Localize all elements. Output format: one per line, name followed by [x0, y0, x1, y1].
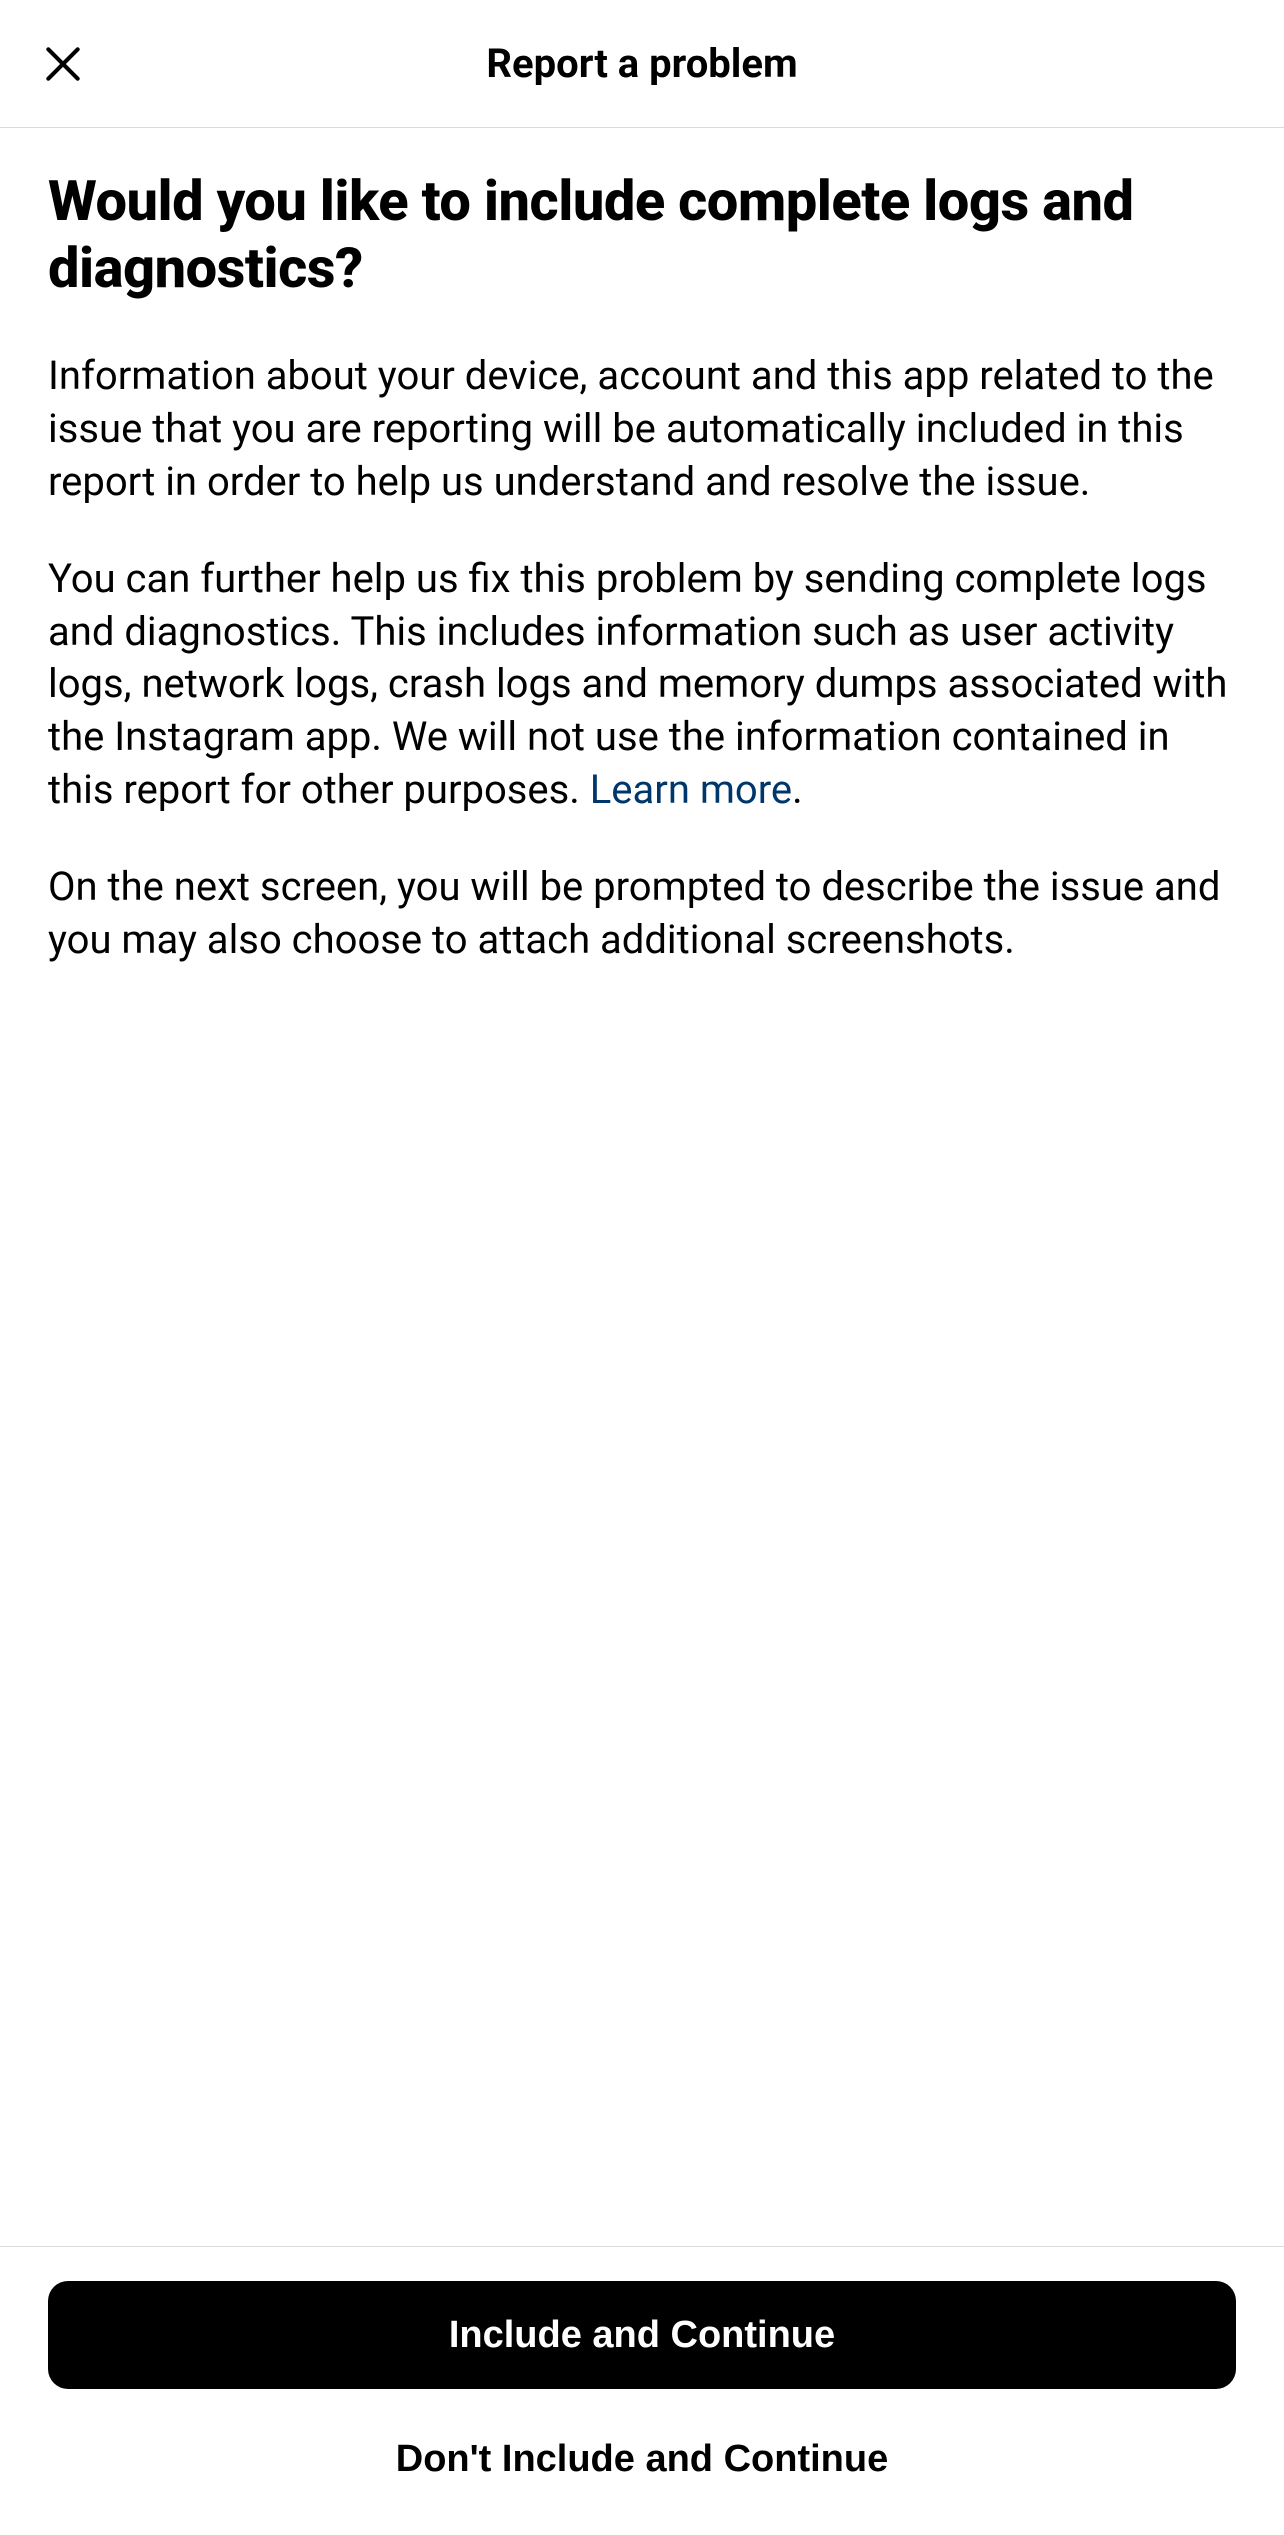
footer: Include and Continue Don't Include and C… [0, 2246, 1284, 2535]
heading: Would you like to include complete logs … [48, 168, 1236, 302]
paragraph-2-text-after: . [792, 766, 803, 813]
page-title: Report a problem [486, 40, 797, 87]
learn-more-link[interactable]: Learn more [590, 766, 792, 813]
close-icon [41, 42, 85, 86]
header: Report a problem [0, 0, 1284, 128]
include-and-continue-button[interactable]: Include and Continue [48, 2281, 1236, 2389]
paragraph-1: Information about your device, account a… [48, 350, 1236, 508]
close-button[interactable] [40, 41, 86, 87]
paragraph-2: You can further help us fix this problem… [48, 553, 1236, 817]
paragraph-3: On the next screen, you will be prompted… [48, 861, 1236, 967]
dont-include-and-continue-button[interactable]: Don't Include and Continue [48, 2423, 1236, 2495]
content-area: Would you like to include complete logs … [0, 128, 1284, 2246]
